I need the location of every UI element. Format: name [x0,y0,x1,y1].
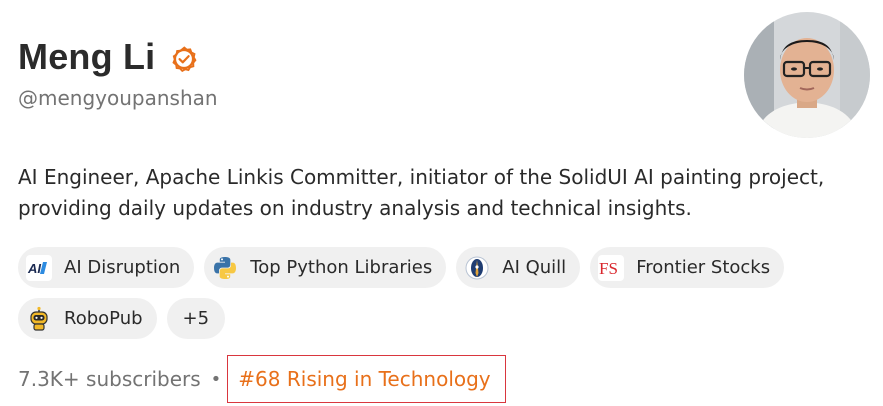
publication-list: AI AI Disruption Top Python Libraries AI… [18,247,868,349]
publication-chip-frontier-stocks[interactable]: FS Frontier Stocks [590,247,785,288]
publication-label: AI Disruption [64,257,181,278]
publication-chip-top-python-libraries[interactable]: Top Python Libraries [204,247,447,288]
fs-logo-icon: FS [598,254,625,281]
publication-chip-ai-quill[interactable]: AI Quill [456,247,581,288]
subscriber-count: 7.3K+ subscribers [18,367,201,391]
more-publications-button[interactable]: +5 [166,298,226,339]
publication-chip-ai-disruption[interactable]: AI AI Disruption [18,247,195,288]
publication-label: AI Quill [502,257,567,278]
rising-rank-link[interactable]: #68 Rising in Technology [227,355,506,403]
profile-stats: 7.3K+ subscribers • #68 Rising in Techno… [18,354,506,404]
profile-handle: @mengyoupanshan [18,86,218,110]
avatar-photo [744,12,870,138]
profile-header: Meng Li [18,36,197,78]
verified-badge-icon [172,46,197,72]
profile-name: Meng Li [18,36,156,77]
avatar[interactable] [744,12,870,138]
python-logo-icon [212,255,238,281]
publication-row: AI AI Disruption Top Python Libraries AI… [18,247,868,288]
separator-dot: • [210,368,222,390]
svg-text:FS: FS [599,259,618,278]
publication-label: Frontier Stocks [636,257,771,278]
publication-label: Top Python Libraries [250,257,433,278]
profile-bio: AI Engineer, Apache Linkis Committer, in… [18,165,825,220]
svg-text:AI: AI [27,261,41,276]
publication-chip-robopub[interactable]: RoboPub [18,298,157,339]
publication-label: RoboPub [64,308,143,329]
robot-icon [26,306,52,332]
publication-row: RoboPub +5 [18,298,868,339]
ai-disruption-logo-icon: AI [26,254,52,281]
quill-badge-icon [464,255,490,281]
